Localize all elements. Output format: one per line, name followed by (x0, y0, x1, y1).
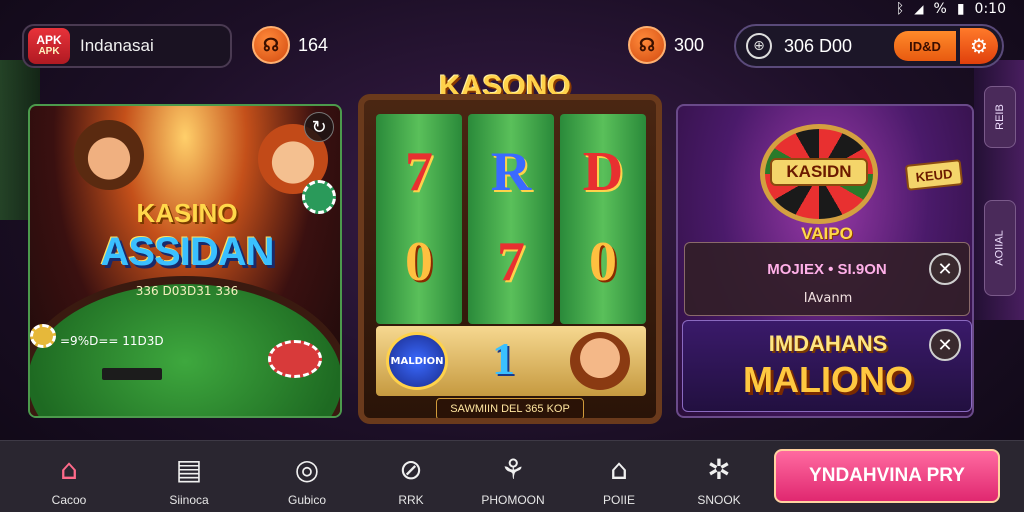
nav-label: Siinoca (169, 493, 209, 507)
nav-label: RRK (398, 493, 424, 507)
table-input[interactable] (102, 368, 162, 380)
gift-icon: ⚘ (500, 452, 526, 486)
close-icon: ✕ (937, 258, 953, 280)
nav-label: SNOOK (697, 493, 741, 507)
apk-logo-top: APK (36, 33, 62, 47)
side-tab-top-label: REIB (994, 104, 1006, 130)
nav-item-home[interactable]: ⌂ Cacoo (24, 449, 114, 508)
shop-icon: ⌂ (610, 452, 628, 486)
roulette-label: KASIDN (770, 158, 868, 186)
coin-balance-primary-value: 164 (298, 34, 329, 55)
bottom-nav: ⌂ Cacoo ▤ Siinoca ◎ Gubico ⊘ RRK ⚘ PHOMO… (0, 440, 1024, 512)
close-icon: ✕ (937, 334, 953, 356)
nav-item-games[interactable]: ◎ Gubico (262, 449, 352, 508)
wallet-button[interactable]: ID&D (894, 31, 956, 61)
signal-icon: ◢ (914, 2, 924, 16)
top-bar: APK APK Indanasai ☊ 164 ☊ 300 ⊕ 306 D00 … (0, 22, 1024, 70)
nav-item-promotion[interactable]: ⚘ PHOMOON (468, 449, 558, 508)
nav-label: Gubico (287, 493, 327, 507)
table-subtitle: 336 D03D31 336 (135, 284, 239, 298)
reel: R 7 (468, 114, 554, 324)
nav-item-shop[interactable]: ⌂ POIIE (574, 449, 664, 508)
wallet-value: 306 D00 (784, 35, 853, 56)
character-avatar (570, 332, 630, 390)
coin-icon: ☊ (628, 26, 666, 64)
brand-name: Indanasai (80, 36, 154, 55)
game-card-table[interactable]: KASINO ASSIDAN 336 D03D31 336 =9%D== 11D… (28, 104, 342, 418)
refresh-button[interactable]: ↻ (304, 112, 334, 142)
side-sign: KEUD (904, 159, 964, 191)
close-promo-button[interactable]: ✕ (929, 253, 961, 285)
coin-balance-secondary-value: 300 (674, 34, 705, 55)
slot-machine-icon: ▤ (175, 452, 203, 486)
promo-banner[interactable]: MOJIEX • SI.9ON IAvanm ✕ (684, 242, 970, 316)
battery-icon: ▮ (956, 1, 965, 17)
side-tab-top[interactable]: REIB (984, 86, 1016, 148)
promo-subtext: IAvanm (803, 291, 853, 306)
dice-icon: ◎ (294, 452, 320, 486)
wallet-pill[interactable]: ⊕ 306 D00 ID&D ⚙ (734, 24, 1004, 68)
table-title-top: KASINO (136, 198, 238, 228)
nav-label: PHOMOON (481, 493, 545, 507)
jackpot-line2: MALIONO (743, 359, 913, 400)
nav-item-explore[interactable]: ⊘ RRK (366, 449, 456, 508)
reel-symbol: R (490, 141, 532, 203)
reel-symbol: D (582, 141, 624, 203)
status-time: 0:10 (974, 1, 1006, 17)
close-jackpot-button[interactable]: ✕ (929, 329, 961, 361)
reel-symbol: 0 (589, 231, 617, 293)
chip-icon (302, 180, 336, 214)
reel-symbol: 7 (405, 141, 433, 203)
nav-label: POIIE (602, 493, 635, 507)
coin-balance-primary[interactable]: ☊ 164 (252, 26, 328, 64)
apk-logo: APK APK (28, 28, 70, 64)
reel: D 0 (560, 114, 646, 324)
refresh-icon: ↻ (311, 116, 327, 138)
table-row-text: =9%D== 11D3D (60, 334, 164, 348)
side-tab-bottom-label: AOIIAL (994, 230, 1006, 266)
jackpot-banner[interactable]: IMDAHANS MALIONO ✕ (682, 320, 972, 412)
gear-icon: ⚙ (970, 34, 988, 58)
status-bar: ᛒ ◢ % ▮ 0:10 (896, 0, 1006, 18)
compass-icon: ⊘ (399, 452, 423, 486)
coin-icon: ☊ (252, 26, 290, 64)
reel: 7 0 (376, 114, 462, 324)
nav-item-settings[interactable]: ✲ SNOOK (674, 449, 764, 508)
table-title-main: ASSIDAN (100, 230, 274, 274)
play-button[interactable]: YNDAHVINA PRY (774, 449, 1000, 503)
signal-text: % (933, 1, 947, 17)
game-card-roulette[interactable]: KASIDN KEUD VAIPO MOJIEX • SI.9ON IAvanm… (676, 104, 974, 418)
nav-item-slots[interactable]: ▤ Siinoca (144, 449, 234, 508)
coin-balance-secondary[interactable]: ☊ 300 (628, 26, 704, 64)
home-icon: ⌂ (60, 452, 78, 486)
promo-text: MOJIEX • SI.9ON (767, 261, 887, 278)
game-card-slots[interactable]: 7 0 R 7 D 0 MALDION 1 SAWMIIN DEL 365 KO… (358, 94, 662, 424)
dealer-avatar (74, 120, 144, 190)
chip-icon (268, 340, 322, 378)
globe-icon: ⊕ (746, 33, 772, 59)
reel-symbol: 7 (497, 231, 525, 293)
brand-box[interactable]: APK APK Indanasai (22, 24, 232, 68)
roulette-tag: VAIPO (801, 224, 853, 243)
apk-logo-bottom: APK (38, 46, 60, 57)
reel-symbol: 0 (405, 231, 433, 293)
nav-label: Cacoo (51, 493, 87, 507)
chip-icon (30, 324, 56, 348)
gear-icon: ✲ (707, 452, 731, 486)
badge-maldion: MALDION (386, 332, 448, 390)
slot-footer: SAWMIIN DEL 365 KOP (436, 398, 584, 418)
reel-symbol-one: 1 (492, 333, 515, 384)
settings-button[interactable]: ⚙ (960, 28, 998, 64)
side-tab-bottom[interactable]: AOIIAL (984, 200, 1016, 296)
bluetooth-icon: ᛒ (895, 1, 905, 17)
